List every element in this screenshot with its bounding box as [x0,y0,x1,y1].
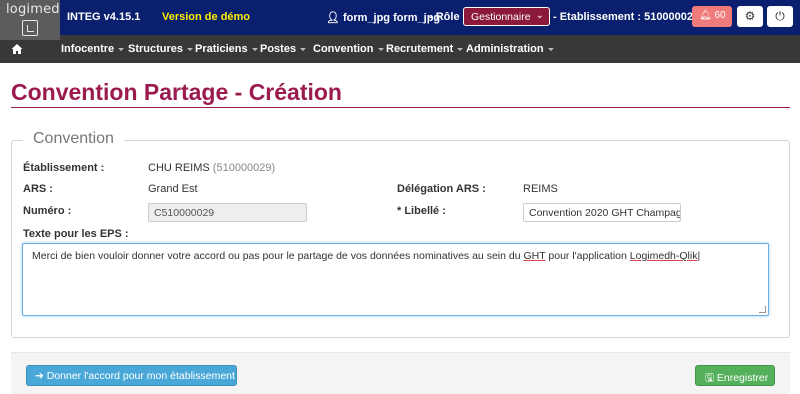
caret-down-icon [251,47,258,51]
app-name: INTEG v4.15.1 [67,11,141,23]
eps-text-ght: GHT [523,250,546,262]
etablissement-info: - Etablissement : 510000029 [553,11,700,23]
etablissement-name: CHU REIMS [148,162,210,174]
etablissement-label: Établissement : [23,162,105,174]
eps-text-part-1: Merci de bien vouloir donner votre accor… [32,250,524,262]
settings-button[interactable]: ⚙ [737,6,763,27]
ars-value: Grand Est [148,183,198,195]
ars-label: ARS : [23,183,53,195]
user-icon: 👤︎ [326,12,340,24]
nav-item-postes[interactable]: Postes [260,43,307,55]
etablissement-value: CHU REIMS (510000029) [148,162,275,174]
nav-item-convention[interactable]: Convention [313,43,384,55]
accord-button-label: Donner l'accord pour mon établissement [46,370,235,382]
eps-text-part-2: pour l'application [545,250,630,262]
chevron-down-icon: ⌄ [535,10,544,21]
eps-text-app: Logimedh-Qlik [629,250,698,262]
resize-grip-icon[interactable] [759,306,766,313]
caret-down-icon [377,47,384,51]
logo-text: logimed [6,2,60,17]
user-name: form_jpg form_jpg [342,12,441,24]
role-select[interactable]: Gestionnaire ⌄ [463,7,550,26]
power-icon: ⏻ [775,9,785,23]
delegation-label: Délégation ARS : [397,183,486,195]
page-title: Convention Partage - Création [11,79,342,105]
role-value: Gestionnaire [471,11,531,23]
title-divider [11,107,790,108]
save-button-label: Enregistrer [716,372,769,384]
libelle-label: * Libellé : [397,205,446,217]
numero-field: C510000029 [148,203,307,222]
panel-legend: Convention [23,130,124,148]
numero-label: Numéro : [23,205,72,217]
accord-button[interactable]: ➔ Donner l'accord pour mon établissement [26,365,237,386]
caret-down-icon [187,47,194,51]
save-icon: 🖫︎ [705,372,714,384]
notifications-button[interactable]: 🔔︎ 60 [692,6,732,27]
nav-item-praticiens[interactable]: Praticiens [195,43,258,55]
caret-down-icon [300,47,307,51]
delegation-value: REIMS [523,183,558,195]
notification-count: 60 [714,10,726,21]
caret-down-icon [547,47,554,51]
caret-down-icon [457,47,464,51]
demo-label: Version de démo [162,11,251,23]
nav-item-infocentre[interactable]: Infocentre [61,43,125,55]
save-button[interactable]: 🖫︎ Enregistrer [695,365,775,386]
logout-button[interactable]: ⏻ [767,6,793,27]
logo[interactable]: logimed [0,0,60,40]
nav-item-structures[interactable]: Structures [128,43,194,55]
eps-textarea[interactable]: Merci de bien vouloir donner votre accor… [22,243,769,316]
etablissement-code: (510000029) [212,162,276,174]
nav-item-recrutement[interactable]: Recrutement [386,43,464,55]
text-cursor: | [697,250,701,262]
gear-icon: ⚙ [744,9,756,23]
caret-down-icon [118,47,125,51]
eps-label: Texte pour les EPS : [23,228,129,240]
home-icon[interactable] [10,42,24,56]
main-nav: Infocentre Structures Praticiens Postes … [0,35,800,63]
role-label: - Rôle : [429,11,467,23]
logo-icon [22,20,38,36]
user-menu[interactable]: 👤︎ form_jpg form_jpg [326,11,440,24]
libelle-field[interactable]: Convention 2020 GHT Champagr [523,203,681,222]
bell-icon: 🔔︎ [699,10,712,21]
arrow-right-icon: ➔ [35,370,44,382]
top-bar: INTEG v4.15.1 Version de démo 👤︎ form_jpg… [0,0,800,35]
nav-item-administration[interactable]: Administration [466,43,554,55]
